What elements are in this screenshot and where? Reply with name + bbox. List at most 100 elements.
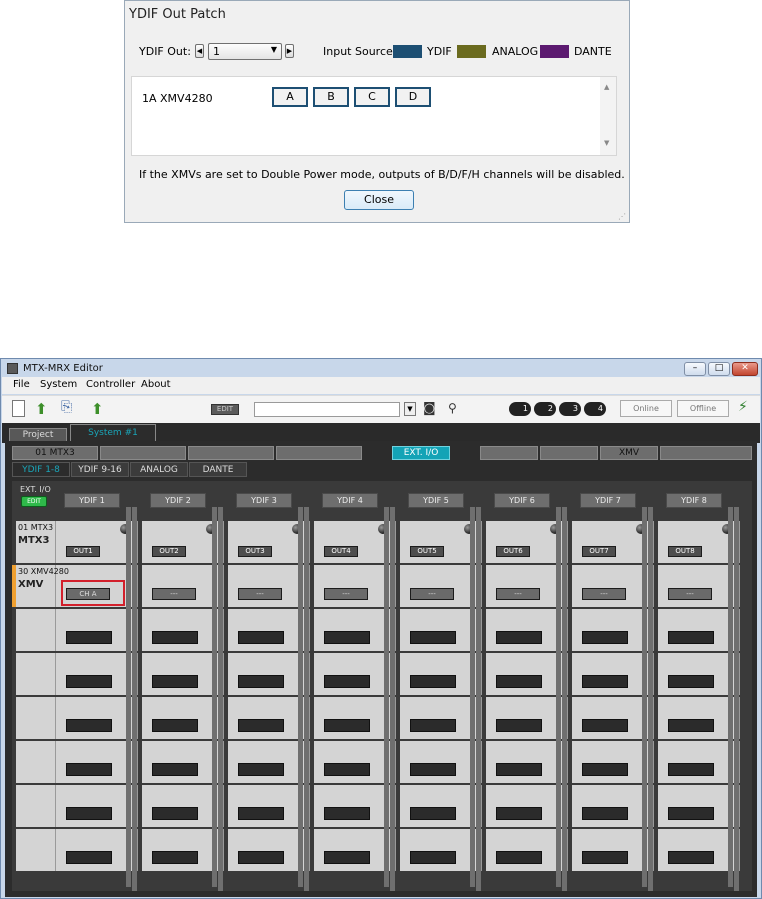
empty-slot-button[interactable] (410, 851, 456, 864)
empty-slot-button[interactable] (582, 851, 628, 864)
empty-slot-button[interactable] (410, 631, 456, 644)
empty-slot-button[interactable] (496, 763, 542, 776)
empty-slot-button[interactable] (582, 675, 628, 688)
ydif-header-3[interactable]: YDIF 3 (236, 493, 292, 508)
empty-slot-button[interactable] (582, 719, 628, 732)
ydif-prev-button[interactable]: ◀ (195, 44, 204, 58)
empty-slot-button[interactable] (410, 763, 456, 776)
empty-slot-button[interactable] (238, 851, 284, 864)
xmv-channel-6[interactable]: --- (496, 588, 540, 600)
empty-slot-button[interactable] (152, 763, 198, 776)
maximize-button[interactable]: □ (708, 362, 730, 376)
xmv-channel-4[interactable]: --- (324, 588, 368, 600)
ydif-header-2[interactable]: YDIF 2 (150, 493, 206, 508)
menu-system[interactable]: System (40, 379, 77, 390)
empty-slot-button[interactable] (324, 631, 370, 644)
ydif-header-4[interactable]: YDIF 4 (322, 493, 378, 508)
online-button[interactable]: Online (620, 400, 672, 417)
empty-slot-button[interactable] (66, 851, 112, 864)
empty-slot-button[interactable] (668, 851, 714, 864)
badge-3[interactable]: 3 (559, 402, 581, 416)
device-tab-2[interactable] (100, 446, 186, 460)
open-file-icon[interactable]: ⬆ (35, 400, 48, 418)
device-tab-3[interactable] (188, 446, 274, 460)
empty-slot-button[interactable] (66, 763, 112, 776)
device-tab-ext-io[interactable]: EXT. I/O (392, 446, 450, 460)
device-tab-7[interactable] (540, 446, 598, 460)
channel-a-button[interactable]: A (272, 87, 308, 107)
menu-about[interactable]: About (141, 379, 171, 390)
empty-slot-button[interactable] (324, 719, 370, 732)
xmv-channel-2[interactable]: --- (152, 588, 196, 600)
scroll-down-icon[interactable]: ▼ (604, 139, 609, 147)
channel-b-button[interactable]: B (313, 87, 349, 107)
empty-slot-button[interactable] (238, 763, 284, 776)
xmv-channel-7[interactable]: --- (582, 588, 626, 600)
close-window-button[interactable]: ✕ (732, 362, 758, 376)
empty-slot-button[interactable] (324, 851, 370, 864)
empty-slot-button[interactable] (324, 807, 370, 820)
xmv-channel-5[interactable]: --- (410, 588, 454, 600)
tab-ydif-9-16[interactable]: YDIF 9-16 (71, 462, 129, 477)
save-file-icon[interactable]: ⬆ (91, 400, 104, 418)
empty-slot-button[interactable] (668, 807, 714, 820)
scroll-up-icon[interactable]: ▲ (604, 83, 609, 91)
menu-controller[interactable]: Controller (86, 379, 135, 390)
empty-slot-button[interactable] (152, 807, 198, 820)
empty-slot-button[interactable] (152, 675, 198, 688)
mtx-output-6[interactable]: OUT6 (496, 546, 530, 557)
empty-slot-button[interactable] (66, 807, 112, 820)
ydif-header-5[interactable]: YDIF 5 (408, 493, 464, 508)
xmv-channel-8[interactable]: --- (668, 588, 712, 600)
ydif-header-1[interactable]: YDIF 1 (64, 493, 120, 508)
device-tab-6[interactable] (480, 446, 538, 460)
xmv-channel-3[interactable]: --- (238, 588, 282, 600)
minimize-button[interactable]: – (684, 362, 706, 376)
resize-grip-icon[interactable]: ⋰ (618, 212, 626, 221)
empty-slot-button[interactable] (668, 631, 714, 644)
empty-slot-button[interactable] (582, 807, 628, 820)
empty-slot-button[interactable] (668, 763, 714, 776)
mtx-output-2[interactable]: OUT2 (152, 546, 186, 557)
empty-slot-button[interactable] (496, 675, 542, 688)
camera-snapshot-icon[interactable]: ◙ (423, 401, 436, 416)
mtx-output-4[interactable]: OUT4 (324, 546, 358, 557)
mtx-output-1[interactable]: OUT1 (66, 546, 100, 557)
empty-slot-button[interactable] (66, 675, 112, 688)
ext-io-edit-button[interactable]: EDIT (21, 496, 47, 507)
empty-slot-button[interactable] (668, 675, 714, 688)
badge-4[interactable]: 4 (584, 402, 606, 416)
device-tab-mtx3[interactable]: 01 MTX3 (12, 446, 98, 460)
badge-2[interactable]: 2 (534, 402, 556, 416)
empty-slot-button[interactable] (66, 719, 112, 732)
ydif-next-button[interactable]: ▶ (285, 44, 294, 58)
empty-slot-button[interactable] (582, 763, 628, 776)
scene-dropdown-icon[interactable]: ▼ (404, 402, 416, 416)
menu-file[interactable]: File (13, 379, 30, 390)
empty-slot-button[interactable] (238, 675, 284, 688)
tab-ydif-1-8[interactable]: YDIF 1-8 (12, 462, 70, 477)
ydif-header-8[interactable]: YDIF 8 (666, 493, 722, 508)
mtx-output-5[interactable]: OUT5 (410, 546, 444, 557)
network-setup-icon[interactable]: ⎘ (61, 399, 72, 415)
device-tab-9[interactable] (660, 446, 752, 460)
empty-slot-button[interactable] (410, 807, 456, 820)
empty-slot-button[interactable] (152, 631, 198, 644)
channel-c-button[interactable]: C (354, 87, 390, 107)
mtx-output-3[interactable]: OUT3 (238, 546, 272, 557)
empty-slot-button[interactable] (238, 719, 284, 732)
patch-scrollbar[interactable]: ▲ ▼ (600, 77, 616, 155)
empty-slot-button[interactable] (496, 851, 542, 864)
new-file-icon[interactable] (12, 400, 25, 417)
empty-slot-button[interactable] (668, 719, 714, 732)
empty-slot-button[interactable] (496, 631, 542, 644)
tab-dante[interactable]: DANTE (189, 462, 247, 477)
mtx-output-8[interactable]: OUT8 (668, 546, 702, 557)
scene-select[interactable] (254, 402, 400, 417)
close-button[interactable]: Close (344, 190, 414, 210)
empty-slot-button[interactable] (324, 675, 370, 688)
empty-slot-button[interactable] (152, 719, 198, 732)
empty-slot-button[interactable] (582, 631, 628, 644)
empty-slot-button[interactable] (410, 719, 456, 732)
ydif-header-6[interactable]: YDIF 6 (494, 493, 550, 508)
